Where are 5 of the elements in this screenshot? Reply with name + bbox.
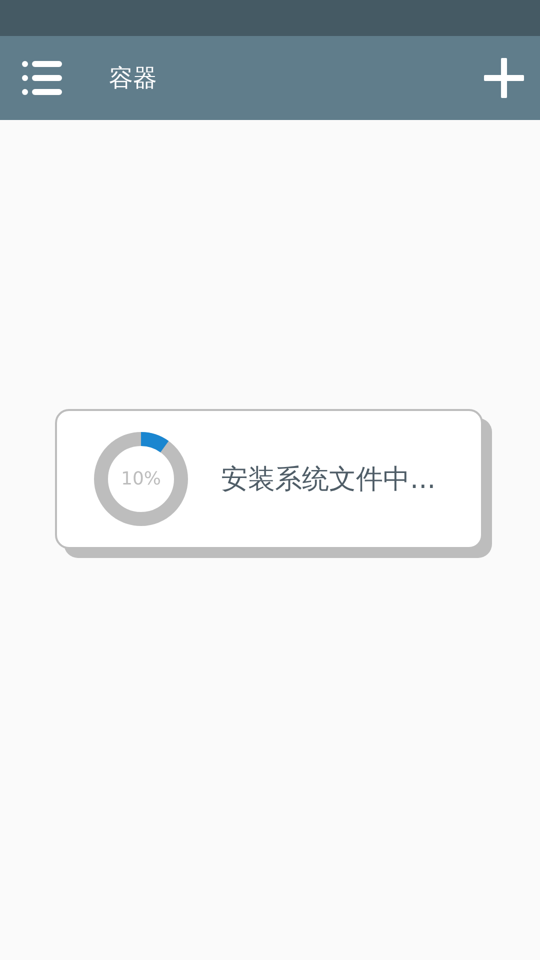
progress-percent: 10% bbox=[121, 468, 161, 490]
menu-icon[interactable] bbox=[22, 61, 62, 95]
app-title: 容器 bbox=[109, 63, 158, 94]
add-icon[interactable] bbox=[484, 58, 524, 98]
progress-message: 安装系统文件中... bbox=[221, 463, 436, 497]
